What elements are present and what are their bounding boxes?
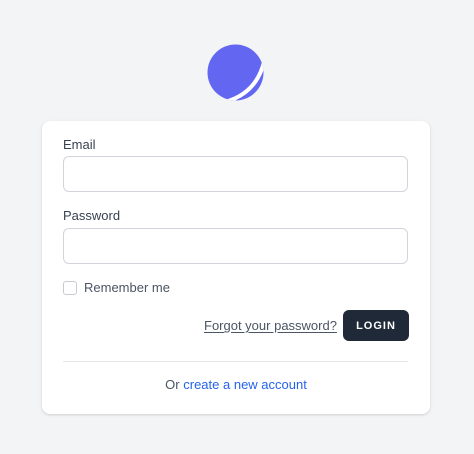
remember-me-row[interactable]: Remember me (63, 280, 170, 295)
password-label: Password (63, 208, 121, 223)
login-page: Email Password Remember me Forgot your p… (0, 0, 474, 454)
remember-me-checkbox[interactable] (63, 280, 77, 295)
password-field[interactable] (63, 228, 408, 264)
divider (63, 361, 408, 362)
create-account-row: Or create a new account (42, 377, 430, 392)
login-card: Email Password Remember me Forgot your p… (42, 121, 430, 414)
email-label: Email (63, 137, 96, 152)
email-field[interactable] (63, 156, 408, 192)
remember-me-label: Remember me (84, 280, 170, 295)
login-button[interactable]: LOGIN (343, 310, 409, 341)
footer-prefix: Or (165, 377, 180, 392)
forgot-password-link[interactable]: Forgot your password? (204, 318, 337, 333)
create-account-link[interactable]: create a new account (183, 377, 307, 392)
planet-logo-icon (207, 44, 264, 101)
